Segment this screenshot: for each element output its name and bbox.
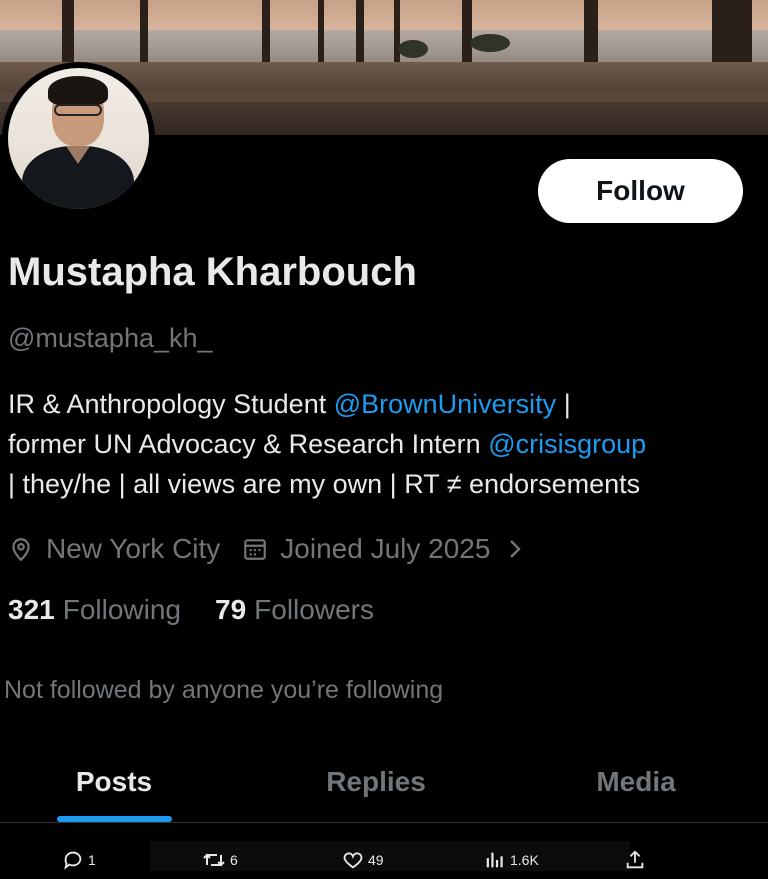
banner-sea bbox=[0, 30, 768, 62]
profile-handle: @mustapha_kh_ bbox=[8, 323, 213, 353]
profile-tabs: Posts Replies Media bbox=[0, 740, 768, 824]
like-button[interactable]: 49 bbox=[342, 845, 384, 875]
palm-fronds bbox=[470, 34, 510, 52]
tab-posts[interactable]: Posts bbox=[0, 740, 228, 824]
avatar-photo bbox=[8, 68, 149, 209]
bio-text: IR & Anthropology Student bbox=[8, 389, 334, 419]
follow-button[interactable]: Follow bbox=[538, 159, 743, 223]
retweet-button[interactable]: 6 bbox=[202, 845, 238, 875]
tweet-action-bar: 1 6 49 1.6K bbox=[0, 845, 768, 875]
chevron-right-icon bbox=[510, 540, 522, 558]
palm-fronds bbox=[398, 40, 428, 58]
reply-icon bbox=[64, 851, 82, 870]
followers-label: Followers bbox=[254, 594, 374, 625]
location-item: New York City bbox=[8, 533, 220, 565]
brown-university-mention-link[interactable]: @BrownUniversity bbox=[334, 389, 556, 419]
bio-line-1: IR & Anthropology Student @BrownUniversi… bbox=[8, 384, 748, 424]
share-button[interactable] bbox=[624, 845, 650, 875]
tab-media[interactable]: Media bbox=[522, 740, 750, 824]
profile-bio: IR & Anthropology Student @BrownUniversi… bbox=[8, 384, 748, 504]
retweet-icon bbox=[203, 853, 225, 867]
palm-trunk bbox=[140, 0, 148, 62]
palm-trunk bbox=[62, 0, 74, 62]
palm-trunk bbox=[356, 0, 364, 62]
bio-line-3: | they/he | all views are my own | RT ≠ … bbox=[8, 469, 641, 499]
joined-item[interactable]: Joined July 2025 bbox=[242, 533, 536, 565]
bio-text: former UN Advocacy & Research Intern bbox=[8, 429, 489, 459]
reply-button[interactable]: 1 bbox=[62, 845, 96, 875]
palm-trunk bbox=[318, 0, 324, 62]
reply-count: 1 bbox=[88, 852, 96, 868]
location-text: New York City bbox=[46, 533, 221, 564]
following-label: Following bbox=[62, 594, 181, 625]
palm-trunk bbox=[462, 0, 472, 62]
joined-text: Joined July 2025 bbox=[280, 533, 491, 564]
calendar-icon bbox=[244, 539, 267, 560]
tab-replies[interactable]: Replies bbox=[262, 740, 490, 824]
not-followed-notice: Not followed by anyone you’re following bbox=[4, 676, 444, 704]
avatar-hair bbox=[48, 76, 108, 106]
bio-text: | bbox=[556, 389, 571, 419]
retweet-count: 6 bbox=[230, 852, 238, 868]
map-pin-icon bbox=[12, 538, 30, 562]
following-link[interactable]: 321 Following bbox=[8, 594, 181, 626]
views-button[interactable]: 1.6K bbox=[484, 845, 539, 875]
views-icon bbox=[486, 852, 503, 868]
palm-trunk bbox=[584, 0, 598, 62]
heart-icon bbox=[343, 852, 363, 869]
views-count: 1.6K bbox=[510, 852, 539, 868]
followers-link[interactable]: 79 Followers bbox=[215, 594, 374, 626]
bio-line-2: former UN Advocacy & Research Intern @cr… bbox=[8, 424, 748, 464]
crisisgroup-mention-link[interactable]: @crisisgroup bbox=[488, 429, 646, 459]
followers-count: 79 bbox=[215, 594, 247, 625]
avatar-glasses bbox=[54, 104, 102, 116]
like-count: 49 bbox=[368, 852, 384, 868]
palm-trunk bbox=[262, 0, 270, 62]
share-icon bbox=[626, 850, 644, 869]
profile-avatar[interactable] bbox=[2, 62, 155, 215]
profile-stats: 321 Following 79 Followers bbox=[8, 594, 408, 626]
profile-name: Mustapha Kharbouch bbox=[8, 250, 417, 294]
profile-meta: New York City Joined July 2025 bbox=[8, 530, 558, 568]
following-count: 321 bbox=[8, 594, 55, 625]
